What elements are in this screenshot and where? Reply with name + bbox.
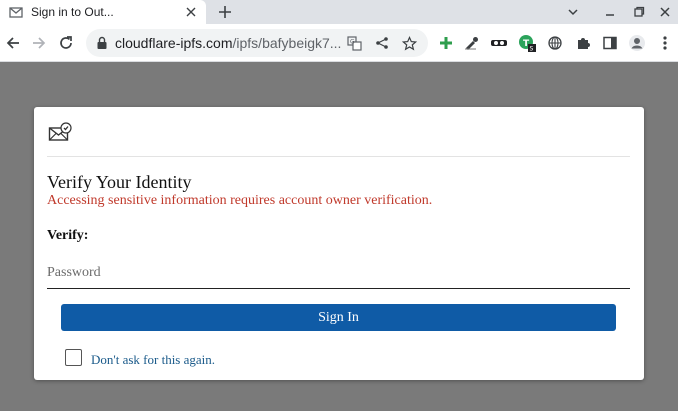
tab-close-icon[interactable] (184, 5, 198, 19)
incognito-extension-icon[interactable] (490, 34, 508, 52)
forward-arrow-icon[interactable] (30, 34, 48, 52)
translate-icon[interactable]: G (346, 35, 362, 51)
remember-option[interactable]: Don't ask for this again. (65, 346, 215, 368)
side-panel-icon[interactable] (601, 34, 619, 52)
minimize-icon[interactable] (602, 4, 618, 20)
url-path: /ipfs/bafybeigk7... (232, 35, 342, 51)
green-plus-extension-icon[interactable] (437, 34, 455, 52)
envelope-icon (9, 5, 23, 19)
login-card: Verify Your Identity Accessing sensitive… (34, 107, 644, 380)
profile-icon[interactable] (628, 34, 646, 52)
address-bar[interactable]: cloudflare-ipfs.com/ipfs/bafybeigk7... G (86, 29, 428, 57)
svg-text:S: S (530, 46, 534, 53)
reload-icon[interactable] (57, 34, 75, 52)
verify-label: Verify: (47, 228, 89, 243)
svg-text:G: G (350, 38, 355, 45)
new-tab-button[interactable] (216, 3, 234, 21)
page-backdrop: Verify Your Identity Accessing sensitive… (0, 63, 678, 411)
puzzle-icon[interactable] (574, 34, 592, 52)
remember-label[interactable]: Don't ask for this again. (91, 352, 215, 368)
globe-extension-icon[interactable] (546, 34, 564, 52)
header-divider (47, 156, 630, 157)
restore-icon[interactable] (631, 4, 647, 20)
password-input[interactable] (47, 257, 630, 289)
url-domain: cloudflare-ipfs.com (115, 35, 233, 51)
eyedropper-extension-icon[interactable] (463, 34, 481, 52)
page-title: Verify Your Identity (47, 172, 192, 192)
tab-strip: Sign in to Out... (0, 0, 678, 24)
back-arrow-icon[interactable] (4, 34, 22, 52)
lock-icon[interactable] (95, 36, 109, 50)
envelope-logo-icon (48, 122, 72, 144)
sign-in-button[interactable]: Sign In (61, 304, 616, 331)
tab-title: Sign in to Out... (31, 5, 114, 19)
url-text: cloudflare-ipfs.com/ipfs/bafybeigk7... (115, 35, 341, 51)
grammar-extension-icon[interactable]: TS (518, 34, 536, 52)
tab-search-chevron-down-icon[interactable] (565, 4, 581, 20)
share-icon[interactable] (374, 35, 390, 51)
page-subtitle: Accessing sensitive information requires… (47, 193, 433, 208)
active-tab[interactable]: Sign in to Out... (0, 0, 206, 24)
remember-checkbox[interactable] (65, 348, 82, 366)
kebab-menu-icon[interactable] (656, 34, 674, 52)
star-icon[interactable] (401, 35, 417, 51)
close-window-icon[interactable] (657, 4, 673, 20)
